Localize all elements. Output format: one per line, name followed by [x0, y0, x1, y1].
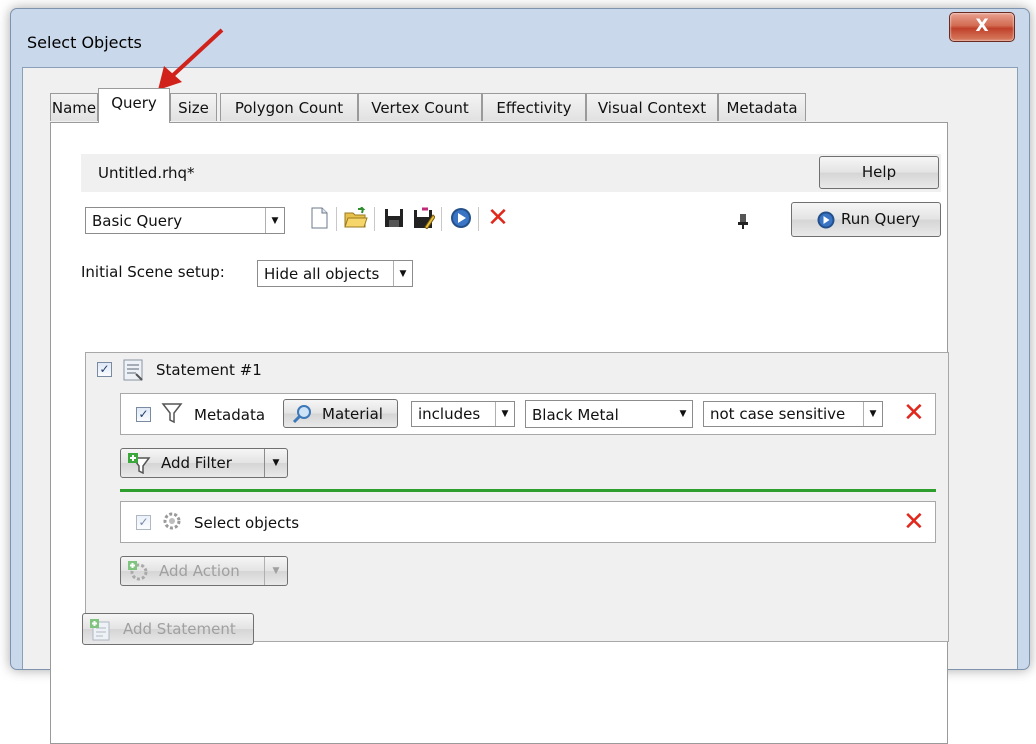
add-statement-label: Add Statement [123, 620, 236, 638]
remove-action-icon[interactable]: ✕ [903, 509, 925, 535]
remove-filter-icon[interactable]: ✕ [903, 400, 925, 426]
chevron-down-icon: ▼ [265, 208, 284, 233]
help-button[interactable]: Help [819, 156, 939, 189]
run-query-label: Run Query [841, 210, 921, 228]
filter-funnel-icon [161, 401, 183, 429]
operator-select[interactable]: includes ▼ [411, 401, 515, 427]
toolbar-separator [336, 207, 337, 231]
metadata-field-button[interactable]: Material [283, 399, 398, 428]
filter-type-label: Metadata [194, 406, 266, 424]
delete-icon[interactable]: ✕ [486, 203, 510, 233]
tab-vertex-count[interactable]: Vertex Count [358, 93, 482, 121]
add-action-button[interactable]: Add Action ▼ [120, 556, 288, 586]
filter-value: Black Metal [532, 406, 619, 424]
file-bar: Untitled.rhq* Help [81, 154, 941, 192]
statement-icon [122, 358, 146, 386]
toolbar-separator [374, 207, 375, 231]
add-statement-button[interactable]: Add Statement [82, 613, 254, 645]
close-button[interactable]: X [949, 12, 1015, 42]
filter-checkbox[interactable]: ✓ [136, 407, 151, 422]
metadata-field-label: Material [322, 405, 383, 423]
toolbar-separator [478, 207, 479, 231]
add-filter-icon [128, 453, 151, 474]
tab-query[interactable]: Query [98, 88, 170, 123]
tab-metadata[interactable]: Metadata [718, 93, 806, 121]
scene-setup-select[interactable]: Hide all objects ▼ [257, 260, 413, 287]
case-sensitivity-select[interactable]: not case sensitive ▼ [703, 401, 883, 427]
gear-icon [161, 510, 183, 536]
query-panel: Untitled.rhq* Help Basic Query ▼ ✕ Run Q… [50, 122, 949, 744]
chevron-down-icon[interactable]: ▼ [264, 449, 287, 477]
open-folder-icon[interactable] [344, 206, 368, 230]
save-as-icon[interactable] [412, 206, 436, 230]
scene-setup-value: Hide all objects [264, 265, 380, 283]
new-document-icon[interactable] [307, 206, 331, 230]
value-select[interactable]: Black Metal ▼ [525, 400, 693, 428]
statement-block: ✓ Statement #1 ✓ Metadata Material inclu… [85, 352, 949, 642]
action-label: Select objects [194, 514, 300, 532]
query-type-select[interactable]: Basic Query ▼ [85, 207, 285, 234]
add-action-label: Add Action [159, 562, 240, 580]
run-icon[interactable] [449, 206, 473, 230]
action-checkbox[interactable]: ✓ [136, 515, 151, 530]
query-file-name: Untitled.rhq* [98, 164, 195, 182]
case-sensitivity-value: not case sensitive [710, 405, 846, 423]
filter-row: ✓ Metadata Material includes ▼ Black Met… [120, 393, 936, 435]
chevron-down-icon: ▼ [863, 402, 882, 426]
tab-visual-context[interactable]: Visual Context [586, 93, 718, 121]
select-objects-window: Select Objects X Name Query Size Polygon… [10, 8, 1030, 744]
run-icon [817, 211, 835, 229]
add-filter-button[interactable]: Add Filter ▼ [120, 448, 288, 478]
search-icon [292, 405, 311, 424]
query-type-value: Basic Query [92, 212, 183, 230]
pin-icon[interactable] [731, 209, 755, 233]
statement-checkbox[interactable]: ✓ [97, 362, 112, 377]
tab-effectivity[interactable]: Effectivity [482, 93, 586, 121]
chevron-down-icon[interactable]: ▼ [264, 557, 287, 585]
add-statement-icon [90, 619, 110, 641]
window-title: Select Objects [27, 33, 142, 52]
toolbar-separator [441, 207, 442, 231]
chevron-down-icon: ▼ [495, 402, 514, 426]
tab-name[interactable]: Name [50, 93, 98, 121]
run-query-button[interactable]: Run Query [791, 202, 941, 237]
statement-label: Statement #1 [156, 361, 262, 379]
dialog-client-area: Name Query Size Polygon Count Vertex Cou… [22, 67, 1018, 744]
scene-setup-label: Initial Scene setup: [81, 263, 225, 281]
chevron-down-icon: ▼ [393, 261, 412, 286]
add-action-icon [128, 561, 148, 581]
chevron-down-icon: ▼ [679, 409, 687, 419]
operator-value: includes [418, 405, 481, 423]
action-row: ✓ Select objects ✕ [120, 501, 936, 543]
add-filter-label: Add Filter [161, 454, 232, 472]
filter-action-divider [120, 489, 936, 492]
tab-polygon-count[interactable]: Polygon Count [220, 93, 358, 121]
save-icon[interactable] [382, 206, 406, 230]
